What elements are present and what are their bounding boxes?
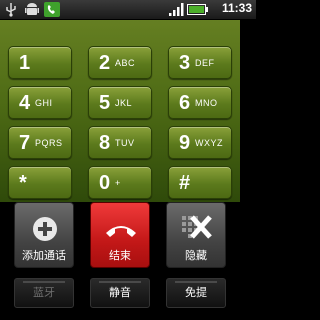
end-call-button[interactable]: 结束 bbox=[90, 202, 150, 268]
phone-call-icon bbox=[44, 2, 60, 17]
status-bar: 11:33 bbox=[0, 0, 256, 20]
key-letters: ABC bbox=[115, 58, 136, 68]
key-digit: 1 bbox=[19, 52, 31, 74]
key-letters: MNO bbox=[195, 98, 218, 108]
screen-edge bbox=[240, 20, 256, 320]
close-dialpad-icon bbox=[182, 215, 212, 239]
mute-toggle[interactable]: 静音 bbox=[90, 278, 150, 308]
battery-icon bbox=[187, 4, 208, 15]
key-pound[interactable]: # bbox=[168, 166, 232, 199]
key-digit: 5 bbox=[99, 92, 111, 114]
add-call-button[interactable]: 添加通话 bbox=[14, 202, 74, 268]
toggle-indicator bbox=[99, 281, 141, 283]
plus-circle-icon bbox=[33, 217, 57, 241]
key-letters: TUV bbox=[115, 138, 135, 148]
key-digit: 2 bbox=[99, 52, 111, 74]
key-3[interactable]: 3 DEF bbox=[168, 46, 232, 79]
speaker-toggle[interactable]: 免提 bbox=[166, 278, 226, 308]
key-7[interactable]: 7 PQRS bbox=[8, 126, 72, 159]
key-letters: PQRS bbox=[35, 138, 63, 148]
in-call-actions: 添加通话 结束 隐藏 蓝牙 静音 免提 bbox=[0, 202, 256, 320]
key-1[interactable]: 1 bbox=[8, 46, 72, 79]
hang-up-icon bbox=[106, 226, 136, 237]
end-call-label: 结束 bbox=[109, 249, 131, 262]
key-8[interactable]: 8 TUV bbox=[88, 126, 152, 159]
key-digit: # bbox=[179, 172, 191, 194]
key-letters: DEF bbox=[195, 58, 215, 68]
dialpad: 1 2 ABC 3 DEF 4 GHI 5 JKL 6 MNO 7 PQRS 8… bbox=[0, 20, 256, 202]
usb-icon bbox=[6, 3, 16, 17]
key-4[interactable]: 4 GHI bbox=[8, 86, 72, 119]
signal-icon bbox=[169, 3, 184, 16]
key-digit: 8 bbox=[99, 132, 111, 154]
key-digit: 6 bbox=[179, 92, 191, 114]
toggle-indicator bbox=[23, 281, 65, 283]
key-digit: 3 bbox=[179, 52, 191, 74]
key-digit: * bbox=[19, 172, 27, 194]
android-debug-icon bbox=[25, 3, 39, 15]
key-6[interactable]: 6 MNO bbox=[168, 86, 232, 119]
key-digit: 4 bbox=[19, 92, 31, 114]
key-letters: GHI bbox=[35, 98, 53, 108]
key-0[interactable]: 0 + bbox=[88, 166, 152, 199]
speaker-label: 免提 bbox=[185, 286, 207, 299]
key-2[interactable]: 2 ABC bbox=[88, 46, 152, 79]
key-digit: 7 bbox=[19, 132, 31, 154]
add-call-label: 添加通话 bbox=[22, 249, 66, 262]
key-digit: 0 bbox=[99, 172, 111, 194]
key-digit: 9 bbox=[179, 132, 191, 154]
toggle-indicator bbox=[175, 281, 217, 283]
clock: 11:33 bbox=[221, 1, 252, 15]
hide-dialpad-button[interactable]: 隐藏 bbox=[166, 202, 226, 268]
bluetooth-toggle[interactable]: 蓝牙 bbox=[14, 278, 74, 308]
bluetooth-label: 蓝牙 bbox=[33, 286, 55, 299]
key-9[interactable]: 9 WXYZ bbox=[168, 126, 232, 159]
key-star[interactable]: * bbox=[8, 166, 72, 199]
key-letters: JKL bbox=[115, 98, 133, 108]
key-letters: WXYZ bbox=[195, 138, 223, 148]
mute-label: 静音 bbox=[109, 286, 131, 299]
key-letters: + bbox=[115, 178, 121, 188]
hide-label: 隐藏 bbox=[185, 249, 207, 262]
key-5[interactable]: 5 JKL bbox=[88, 86, 152, 119]
